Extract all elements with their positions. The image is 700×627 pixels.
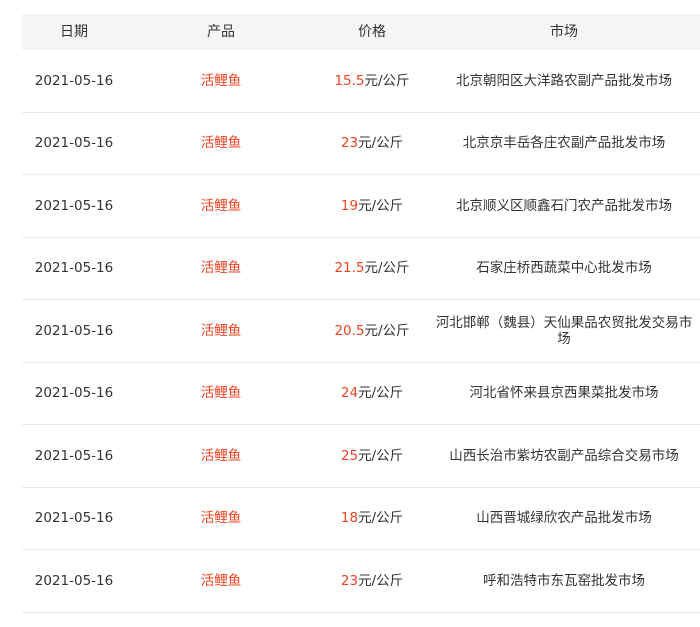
row-date: 2021-05-16 (34, 72, 114, 89)
header-price: 价格 (358, 24, 386, 40)
row-market: 北京顺义区顺鑫石门农产品批发市场 (456, 197, 672, 214)
row-date: 2021-05-16 (34, 135, 114, 152)
price-value: 25 (340, 447, 359, 464)
row-market: 山西晋城绿欣农产品批发市场 (476, 510, 652, 527)
row-date: 2021-05-16 (34, 260, 114, 277)
price-value: 18 (340, 510, 359, 527)
table-row: 2021-05-16 活鲤鱼 20.5元/公斤 河北邯郸（魏县）天仙果品农贸批发… (22, 300, 700, 363)
table-row: 2021-05-16 活鲤鱼 23元/公斤 呼和浩特市东瓦窑批发市场 (22, 550, 700, 613)
row-market: 北京京丰岳各庄农副产品批发市场 (462, 135, 666, 152)
row-market: 山西长治市紫坊农副产品综合交易市场 (449, 447, 679, 464)
row-product-link[interactable]: 活鲤鱼 (126, 448, 316, 464)
row-product-link[interactable]: 活鲤鱼 (126, 385, 316, 401)
price-unit: 元/公斤 (358, 385, 404, 402)
header-date: 日期 (60, 24, 88, 40)
row-market: 北京朝阳区大洋路农副产品批发市场 (456, 72, 672, 89)
row-date: 2021-05-16 (34, 447, 114, 464)
row-product-link[interactable]: 活鲤鱼 (126, 135, 316, 151)
row-price: 23元/公斤 (316, 135, 428, 151)
row-product-link[interactable]: 活鲤鱼 (126, 510, 316, 526)
row-market: 河北邯郸（魏县）天仙果品农贸批发交易市场 (435, 314, 693, 347)
row-price: 18元/公斤 (316, 510, 428, 526)
price-unit: 元/公斤 (364, 260, 410, 277)
row-market: 河北省怀来县京西果菜批发市场 (469, 385, 659, 402)
price-unit: 元/公斤 (358, 572, 404, 589)
row-product-link[interactable]: 活鲤鱼 (126, 323, 316, 339)
row-price: 15.5元/公斤 (316, 73, 428, 89)
table-row: 2021-05-16 活鲤鱼 18元/公斤 山西晋城绿欣农产品批发市场 (22, 488, 700, 550)
price-value: 19 (340, 197, 359, 214)
table-row: 2021-05-16 活鲤鱼 21.5元/公斤 石家庄桥西蔬菜中心批发市场 (22, 238, 700, 300)
row-price: 20.5元/公斤 (316, 323, 428, 339)
row-date: 2021-05-16 (34, 385, 114, 402)
price-value: 23 (340, 572, 359, 589)
price-unit: 元/公斤 (364, 322, 410, 339)
price-unit: 元/公斤 (358, 197, 404, 214)
price-unit: 元/公斤 (358, 135, 404, 152)
price-unit: 元/公斤 (358, 447, 404, 464)
table-row: 2021-05-16 活鲤鱼 23元/公斤 北京京丰岳各庄农副产品批发市场 (22, 113, 700, 175)
table-header: 日期 产品 价格 市场 (22, 14, 700, 50)
price-value: 24 (340, 385, 359, 402)
row-date: 2021-05-16 (34, 197, 114, 214)
row-market: 石家庄桥西蔬菜中心批发市场 (476, 260, 652, 277)
table-row: 2021-05-16 活鲤鱼 19元/公斤 北京顺义区顺鑫石门农产品批发市场 (22, 175, 700, 238)
row-date: 2021-05-16 (34, 510, 114, 527)
row-product-link[interactable]: 活鲤鱼 (126, 573, 316, 589)
table-row: 2021-05-16 活鲤鱼 25元/公斤 山西长治市紫坊农副产品综合交易市场 (22, 425, 700, 488)
table-row: 2021-05-16 活鲤鱼 15.5元/公斤 北京朝阳区大洋路农副产品批发市场 (22, 50, 700, 113)
row-market: 呼和浩特市东瓦窑批发市场 (483, 572, 645, 589)
price-value: 15.5 (334, 72, 365, 89)
row-date: 2021-05-16 (34, 322, 114, 339)
row-price: 24元/公斤 (316, 385, 428, 401)
header-market: 市场 (550, 24, 578, 40)
row-date: 2021-05-16 (34, 572, 114, 589)
row-price: 21.5元/公斤 (316, 260, 428, 276)
price-unit: 元/公斤 (358, 510, 404, 527)
row-price: 25元/公斤 (316, 448, 428, 464)
price-value: 21.5 (334, 260, 365, 277)
price-unit: 元/公斤 (364, 72, 410, 89)
price-table: 日期 产品 价格 市场 2021-05-16 活鲤鱼 15.5元/公斤 北京朝阳… (22, 14, 700, 613)
row-price: 19元/公斤 (316, 198, 428, 214)
price-value: 23 (340, 135, 359, 152)
row-price: 23元/公斤 (316, 573, 428, 589)
row-product-link[interactable]: 活鲤鱼 (126, 198, 316, 214)
table-row: 2021-05-16 活鲤鱼 24元/公斤 河北省怀来县京西果菜批发市场 (22, 363, 700, 425)
row-product-link[interactable]: 活鲤鱼 (126, 73, 316, 89)
header-product: 产品 (207, 24, 235, 40)
row-product-link[interactable]: 活鲤鱼 (126, 260, 316, 276)
price-value: 20.5 (334, 322, 365, 339)
